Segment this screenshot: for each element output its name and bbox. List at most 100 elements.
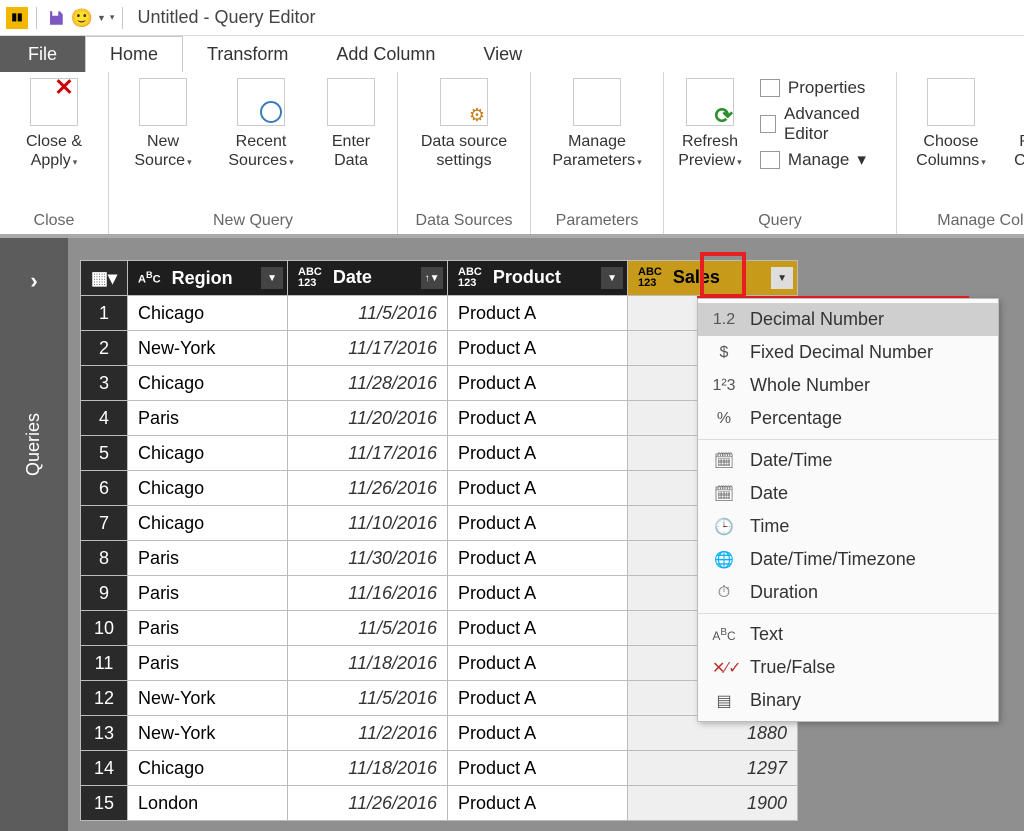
table-row[interactable]: 10Paris11/5/2016Product A <box>81 611 798 646</box>
filter-sales-icon[interactable]: ▼ <box>771 267 793 289</box>
cell-product[interactable]: Product A <box>448 786 628 821</box>
cell-product[interactable]: Product A <box>448 681 628 716</box>
type-binary[interactable]: ▤Binary <box>698 684 998 717</box>
row-number[interactable]: 14 <box>81 751 128 786</box>
cell-date[interactable]: 11/26/2016 <box>288 786 448 821</box>
row-number[interactable]: 3 <box>81 366 128 401</box>
cell-region[interactable]: Paris <box>128 401 288 436</box>
row-number[interactable]: 8 <box>81 541 128 576</box>
cell-date[interactable]: 11/5/2016 <box>288 681 448 716</box>
type-whole-number[interactable]: 1²3Whole Number <box>698 369 998 402</box>
cell-region[interactable]: Paris <box>128 541 288 576</box>
table-row[interactable]: 7Chicago11/10/2016Product A <box>81 506 798 541</box>
filter-date-icon[interactable]: ↑▼ <box>421 267 443 289</box>
row-number[interactable]: 2 <box>81 331 128 366</box>
type-fixed-decimal[interactable]: $Fixed Decimal Number <box>698 336 998 369</box>
cell-region[interactable]: New-York <box>128 331 288 366</box>
row-number[interactable]: 4 <box>81 401 128 436</box>
cell-product[interactable]: Product A <box>448 471 628 506</box>
cell-region[interactable]: Chicago <box>128 296 288 331</box>
cell-product[interactable]: Product A <box>448 436 628 471</box>
column-header-region[interactable]: ABC Region ▼ <box>128 261 288 296</box>
properties-button[interactable]: Properties <box>760 78 882 98</box>
cell-region[interactable]: Chicago <box>128 506 288 541</box>
manage-parameters-button[interactable]: Manage Parameters▾ <box>545 78 649 170</box>
row-number[interactable]: 5 <box>81 436 128 471</box>
cell-region[interactable]: Chicago <box>128 436 288 471</box>
enter-data-button[interactable]: Enter Data <box>319 78 383 170</box>
cell-region[interactable]: Paris <box>128 611 288 646</box>
table-row[interactable]: 1Chicago11/5/2016Product A <box>81 296 798 331</box>
cell-date[interactable]: 11/5/2016 <box>288 611 448 646</box>
cell-product[interactable]: Product A <box>448 366 628 401</box>
cell-region[interactable]: Paris <box>128 576 288 611</box>
cell-date[interactable]: 11/17/2016 <box>288 331 448 366</box>
table-row[interactable]: 2New-York11/17/2016Product A <box>81 331 798 366</box>
cell-sales[interactable]: 1297 <box>628 751 798 786</box>
cell-region[interactable]: London <box>128 786 288 821</box>
table-row[interactable]: 4Paris11/20/2016Product A <box>81 401 798 436</box>
row-number[interactable]: 11 <box>81 646 128 681</box>
cell-date[interactable]: 11/20/2016 <box>288 401 448 436</box>
cell-product[interactable]: Product A <box>448 611 628 646</box>
cell-date[interactable]: 11/18/2016 <box>288 751 448 786</box>
type-date-time[interactable]: 🗓Date/Time <box>698 444 998 477</box>
row-number[interactable]: 1 <box>81 296 128 331</box>
row-number[interactable]: 10 <box>81 611 128 646</box>
cell-region[interactable]: New-York <box>128 716 288 751</box>
close-apply-button[interactable]: Close & Apply▾ <box>14 78 94 170</box>
table-row[interactable]: 5Chicago11/17/2016Product A <box>81 436 798 471</box>
feedback-dropdown-icon[interactable]: ▼ <box>97 13 106 23</box>
type-any-icon[interactable]: ABC123 <box>298 267 322 289</box>
tab-add-column[interactable]: Add Column <box>312 36 459 72</box>
filter-region-icon[interactable]: ▼ <box>261 267 283 289</box>
cell-product[interactable]: Product A <box>448 751 628 786</box>
table-row[interactable]: 8Paris11/30/2016Product A <box>81 541 798 576</box>
tab-home[interactable]: Home <box>85 36 183 72</box>
manage-button[interactable]: Manage▾ <box>760 150 882 170</box>
column-header-product[interactable]: ABC123 Product ▼ <box>448 261 628 296</box>
table-row[interactable]: 14Chicago11/18/2016Product A1297 <box>81 751 798 786</box>
cell-sales[interactable]: 1900 <box>628 786 798 821</box>
type-boolean[interactable]: ✕⁄✓True/False <box>698 651 998 684</box>
type-any-icon-sales[interactable]: ABC123 <box>638 267 662 289</box>
cell-region[interactable]: Chicago <box>128 751 288 786</box>
cell-product[interactable]: Product A <box>448 646 628 681</box>
remove-columns-button[interactable]: Remove Columns▾ <box>1009 78 1024 170</box>
cell-date[interactable]: 11/16/2016 <box>288 576 448 611</box>
type-percentage[interactable]: %Percentage <box>698 402 998 435</box>
row-number[interactable]: 6 <box>81 471 128 506</box>
cell-product[interactable]: Product A <box>448 331 628 366</box>
type-text[interactable]: ABCText <box>698 618 998 651</box>
refresh-preview-button[interactable]: Refresh Preview▾ <box>678 78 742 170</box>
type-date-time-tz[interactable]: 🌐Date/Time/Timezone <box>698 543 998 576</box>
table-row[interactable]: 11Paris11/18/2016Product A <box>81 646 798 681</box>
recent-sources-button[interactable]: Recent Sources▾ <box>221 78 301 170</box>
choose-columns-button[interactable]: Choose Columns▾ <box>911 78 991 170</box>
row-number[interactable]: 12 <box>81 681 128 716</box>
type-text-icon[interactable]: ABC <box>138 271 161 286</box>
cell-date[interactable]: 11/2/2016 <box>288 716 448 751</box>
cell-date[interactable]: 11/30/2016 <box>288 541 448 576</box>
cell-region[interactable]: Paris <box>128 646 288 681</box>
cell-region[interactable]: Chicago <box>128 366 288 401</box>
cell-date[interactable]: 11/18/2016 <box>288 646 448 681</box>
cell-date[interactable]: 11/26/2016 <box>288 471 448 506</box>
table-row[interactable]: 6Chicago11/26/2016Product A <box>81 471 798 506</box>
advanced-editor-button[interactable]: Advanced Editor <box>760 104 882 144</box>
feedback-icon[interactable]: 🙂 <box>71 7 93 29</box>
type-decimal-number[interactable]: 1.2Decimal Number <box>698 303 998 336</box>
table-row[interactable]: 3Chicago11/28/2016Product A <box>81 366 798 401</box>
table-row[interactable]: 15London11/26/2016Product A1900 <box>81 786 798 821</box>
cell-product[interactable]: Product A <box>448 716 628 751</box>
type-date[interactable]: 🗓Date <box>698 477 998 510</box>
cell-date[interactable]: 11/10/2016 <box>288 506 448 541</box>
row-number[interactable]: 7 <box>81 506 128 541</box>
row-number[interactable]: 15 <box>81 786 128 821</box>
cell-product[interactable]: Product A <box>448 541 628 576</box>
column-header-date[interactable]: ABC123 Date ↑▼ <box>288 261 448 296</box>
row-number[interactable]: 13 <box>81 716 128 751</box>
table-row[interactable]: 13New-York11/2/2016Product A1880 <box>81 716 798 751</box>
qat-customize-icon[interactable]: ▾ <box>110 12 115 23</box>
cell-product[interactable]: Product A <box>448 506 628 541</box>
